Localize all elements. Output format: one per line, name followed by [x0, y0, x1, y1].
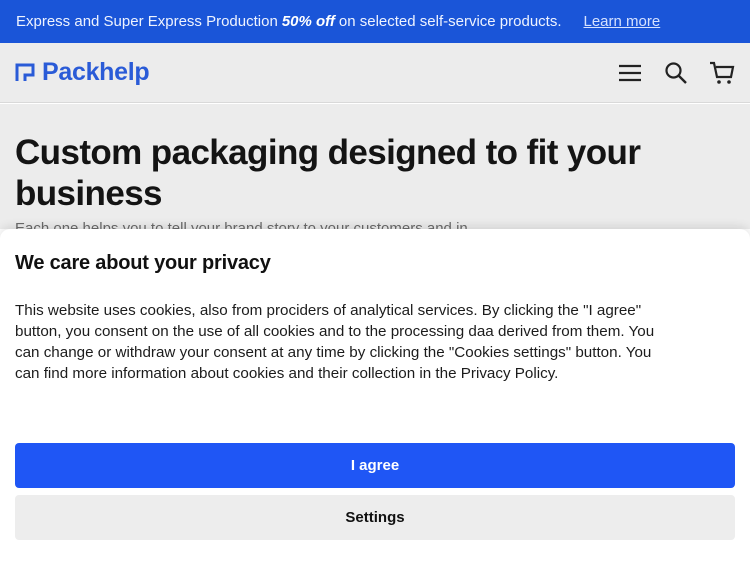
logo-text: Packhelp — [42, 58, 150, 86]
consent-text-end: . — [554, 365, 559, 382]
consent-body: This website uses cookies, also from pro… — [15, 300, 655, 384]
promo-text: Express and Super Express Production — [16, 13, 278, 30]
settings-button[interactable]: Settings — [15, 495, 735, 540]
hero-title: Custom packaging designed to fit your bu… — [15, 133, 641, 213]
search-icon[interactable] — [663, 60, 689, 86]
site-header: Packhelp — [0, 43, 750, 103]
learn-more-link[interactable]: Learn more — [584, 13, 661, 30]
promo-text-end: on selected self-service products. — [338, 13, 562, 30]
agree-button[interactable]: I agree — [15, 443, 735, 488]
consent-title: We care about your privacy — [15, 252, 271, 274]
hero-section: Custom packaging designed to fit your bu… — [0, 104, 750, 229]
hero-subtitle: Each one helps you to tell your brand st… — [15, 220, 481, 229]
promo-banner: Express and Super Express Production 50%… — [0, 0, 750, 43]
packhelp-logo-icon — [15, 63, 35, 81]
promo-highlight: 50% off — [281, 13, 335, 30]
menu-icon[interactable] — [617, 60, 643, 86]
cart-icon[interactable] — [709, 60, 735, 86]
logo[interactable]: Packhelp — [15, 58, 150, 87]
privacy-policy-link[interactable]: Privacy Policy — [461, 365, 554, 382]
cookie-consent-dialog: We care about your privacy This website … — [0, 229, 750, 563]
